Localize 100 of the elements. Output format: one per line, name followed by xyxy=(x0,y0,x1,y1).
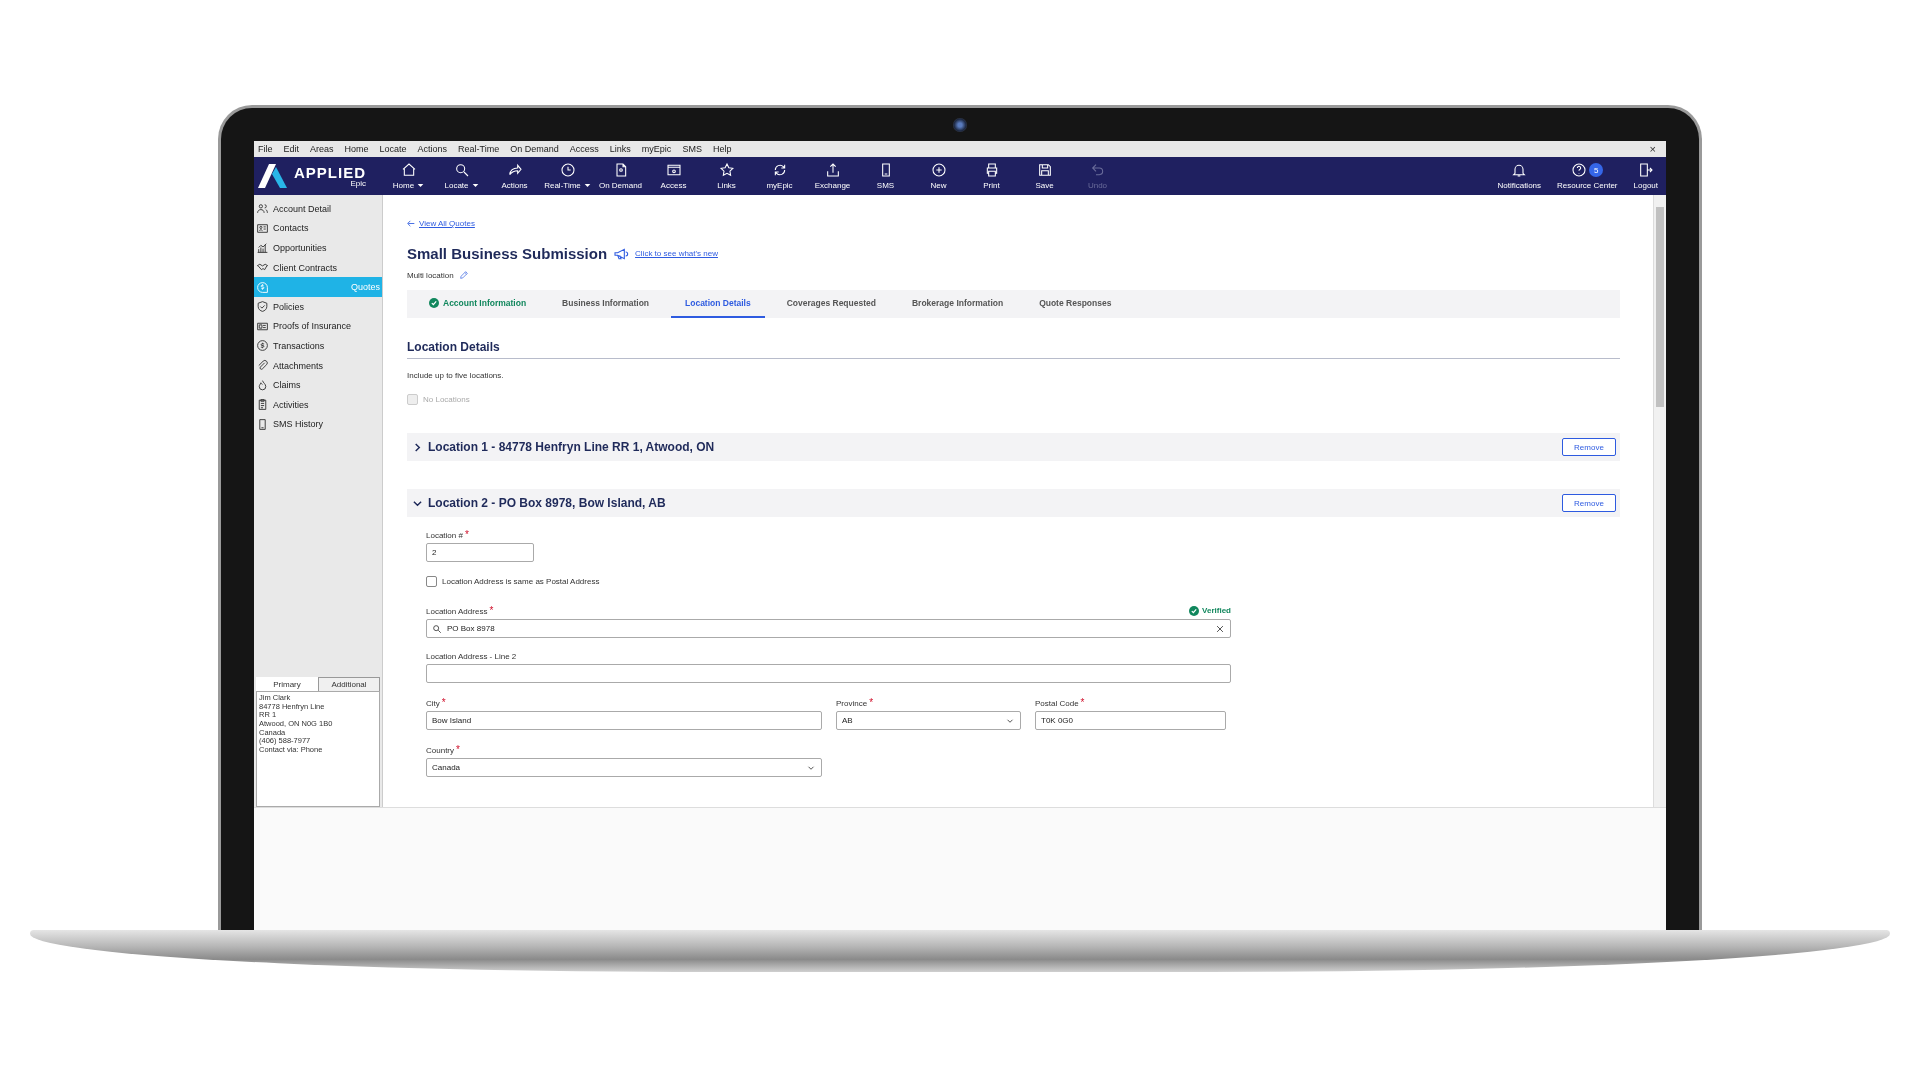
sidebar-item[interactable]: Account Detail xyxy=(254,199,382,219)
menu-item[interactable]: Edit xyxy=(283,144,300,154)
location-header[interactable]: Location 2 - PO Box 8978, Bow Island, AB Remove xyxy=(407,489,1620,517)
checkbox[interactable] xyxy=(426,576,437,587)
shield-check-icon xyxy=(256,300,269,314)
toolbar-button[interactable]: Print xyxy=(965,160,1018,192)
section-hint: Include up to five locations. xyxy=(407,371,505,380)
people-icon xyxy=(256,202,269,216)
tab[interactable]: Business Information xyxy=(548,290,663,318)
location-header[interactable]: Location 1 - 84778 Henfryn Line RR 1, Atwood, ON Remove xyxy=(407,433,1620,461)
sidebar-item[interactable]: Proofs of Insurance xyxy=(254,316,382,337)
sidebar-item[interactable]: Contacts xyxy=(254,218,382,239)
menu-item[interactable]: Home xyxy=(344,144,369,154)
undo-icon xyxy=(1089,162,1106,178)
remove-button[interactable]: Remove xyxy=(1562,494,1616,512)
chart-icon xyxy=(256,241,269,255)
contact-tab[interactable]: Additional xyxy=(318,677,380,691)
sidebar-item[interactable]: Claims xyxy=(254,375,382,395)
menu-item[interactable]: Areas xyxy=(310,144,334,154)
paperclip-icon xyxy=(256,359,269,373)
field-label: Location Address * xyxy=(426,605,494,616)
address-search-field[interactable]: PO Box 8978 xyxy=(426,619,1231,638)
toolbar-button[interactable]: Locate xyxy=(435,160,488,192)
menu-item[interactable]: Locate xyxy=(379,144,407,154)
menu-item[interactable]: Actions xyxy=(417,144,448,154)
sidebar-item[interactable]: Transactions xyxy=(254,336,382,356)
toolbar-button[interactable]: SMS xyxy=(859,160,912,192)
required-mark: * xyxy=(441,697,446,708)
tab[interactable]: Brokerage Information xyxy=(897,290,1018,318)
input-field[interactable] xyxy=(426,664,1231,683)
input-field[interactable]: 2 xyxy=(426,543,534,562)
field-label: Location # * xyxy=(426,529,470,540)
checkbox-label: No Locations xyxy=(423,395,470,404)
check-circle-icon xyxy=(1189,605,1200,616)
toolbar-button[interactable]: Access xyxy=(647,160,700,192)
toolbar-button[interactable]: Links xyxy=(700,160,753,192)
star-icon xyxy=(718,162,735,178)
check-circle-icon xyxy=(429,298,439,308)
sidebar-item[interactable]: Activities xyxy=(254,394,382,415)
logout-icon xyxy=(1637,162,1654,178)
input-field[interactable]: T0K 0G0 xyxy=(1035,711,1226,730)
bell-icon xyxy=(1511,162,1528,178)
toolbar-button[interactable]: Real-Time xyxy=(541,160,594,192)
tab[interactable]: Location Details xyxy=(671,290,765,318)
home-icon xyxy=(400,162,417,178)
menu-item[interactable]: File xyxy=(258,144,273,154)
remove-button[interactable]: Remove xyxy=(1562,438,1616,456)
country-dropdown[interactable]: Canada xyxy=(426,758,822,777)
menu-item[interactable]: Real-Time xyxy=(458,144,500,154)
search-icon xyxy=(432,623,442,634)
tab[interactable]: Coverages Requested xyxy=(772,290,890,318)
contact-tab[interactable]: Primary xyxy=(256,677,318,691)
sidebar-item[interactable]: Policies xyxy=(254,296,382,317)
menu-item[interactable]: Access xyxy=(569,144,599,154)
toolbar-button[interactable]: Save xyxy=(1018,160,1071,192)
sidebar-item[interactable]: SMS History xyxy=(254,414,382,435)
required-mark: * xyxy=(1080,697,1085,708)
logo-icon xyxy=(258,164,288,188)
toolbar-button[interactable]: 5 Resource Center xyxy=(1549,160,1626,192)
whats-new-link[interactable]: Click to see what's new xyxy=(635,249,718,258)
input-field[interactable]: Bow Island xyxy=(426,711,822,730)
flame-icon xyxy=(256,378,269,392)
field-label: Location Address - Line 2 xyxy=(426,652,518,661)
clock-icon xyxy=(559,162,576,178)
help-icon xyxy=(1571,162,1588,178)
required-mark: * xyxy=(456,744,460,755)
search-icon xyxy=(453,162,470,178)
field-label: Postal Code * xyxy=(1035,697,1086,708)
dollar-bubble-icon xyxy=(256,280,269,294)
toolbar-button[interactable]: On Demand xyxy=(594,160,647,192)
province-dropdown[interactable]: AB xyxy=(836,711,1021,730)
toolbar-button[interactable]: Home xyxy=(382,160,435,192)
toolbar-button[interactable]: Actions xyxy=(488,160,541,192)
field-label: City * xyxy=(426,697,447,708)
sidebar-item[interactable]: Attachments xyxy=(254,355,382,376)
section-title: Location Details xyxy=(407,340,1620,359)
menu-item[interactable]: Links xyxy=(609,144,631,154)
menu-item[interactable]: Help xyxy=(712,144,732,154)
toolbar-button[interactable]: Logout xyxy=(1625,160,1666,192)
scrollbar[interactable] xyxy=(1653,195,1666,807)
menu-item[interactable]: On Demand xyxy=(510,144,559,154)
toolbar-button[interactable]: Exchange xyxy=(806,160,859,192)
tab[interactable]: Account Information xyxy=(415,290,541,318)
sidebar-item[interactable]: Opportunities xyxy=(254,238,382,258)
contact-card-icon xyxy=(256,221,269,235)
toolbar-button[interactable]: myEpic xyxy=(753,160,806,192)
window-search-icon xyxy=(665,162,682,178)
close-button[interactable]: × xyxy=(1643,143,1662,155)
back-link[interactable]: View All Quotes xyxy=(407,219,475,228)
toolbar-button[interactable]: New xyxy=(912,160,965,192)
pencil-icon[interactable] xyxy=(458,270,469,280)
toolbar-button[interactable]: Notifications xyxy=(1489,160,1550,192)
clear-icon[interactable] xyxy=(1215,623,1225,634)
field-label: Country * xyxy=(426,744,461,755)
tab[interactable]: Quote Responses xyxy=(1025,290,1126,318)
clipboard-icon xyxy=(256,398,269,412)
menu-item[interactable]: SMS xyxy=(682,144,702,154)
sidebar-item[interactable]: Client Contracts xyxy=(254,257,382,278)
menu-item[interactable]: myEpic xyxy=(641,144,672,154)
verified-status: Verified xyxy=(1202,606,1231,615)
